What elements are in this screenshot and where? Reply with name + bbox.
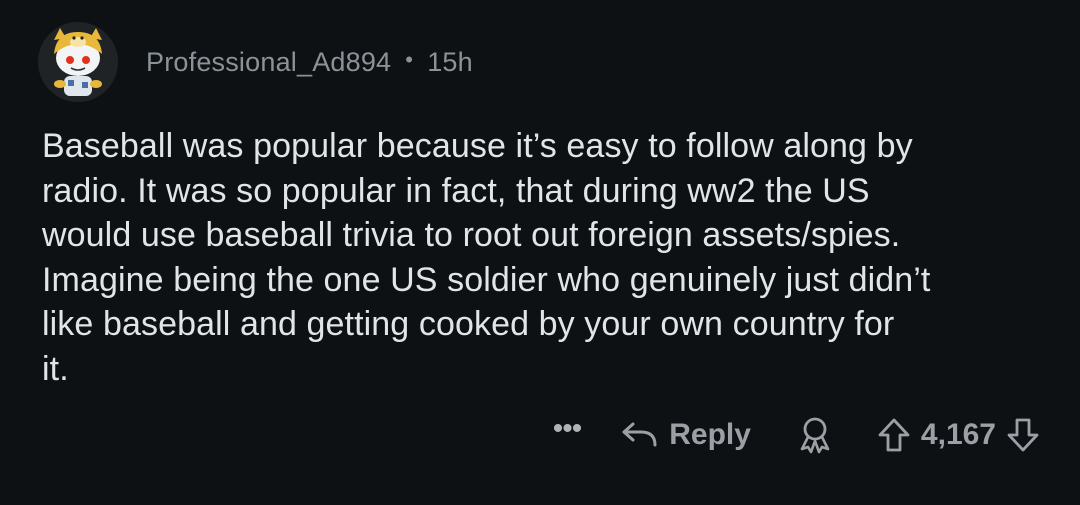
avatar[interactable]	[38, 22, 118, 102]
comment-card: Professional_Ad894 • 15h Baseball was po…	[0, 0, 1080, 505]
snoo-avatar-icon	[38, 22, 118, 102]
more-options-button[interactable]: •••	[553, 412, 582, 446]
award-button[interactable]	[797, 416, 833, 454]
reply-arrow-icon	[622, 422, 657, 447]
comment-age: 15h	[427, 46, 473, 77]
reply-button[interactable]: Reply	[619, 418, 751, 452]
vote-controls: 4,167	[877, 417, 1040, 453]
vote-score: 4,167	[920, 418, 996, 451]
upvote-arrow-icon[interactable]	[877, 417, 911, 453]
comment-actions: ••• Reply 4,167	[553, 408, 1040, 462]
comment-meta: Professional_Ad894 • 15h	[146, 47, 473, 78]
author-name[interactable]: Professional_Ad894	[146, 47, 391, 78]
comment-body: Baseball was popular because it’s easy t…	[42, 127, 931, 388]
downvote-arrow-icon[interactable]	[1006, 417, 1040, 453]
comment-header: Professional_Ad894 • 15h	[38, 22, 473, 102]
reply-label: Reply	[669, 418, 751, 451]
meta-separator: •	[405, 47, 414, 72]
award-icon	[800, 417, 830, 454]
